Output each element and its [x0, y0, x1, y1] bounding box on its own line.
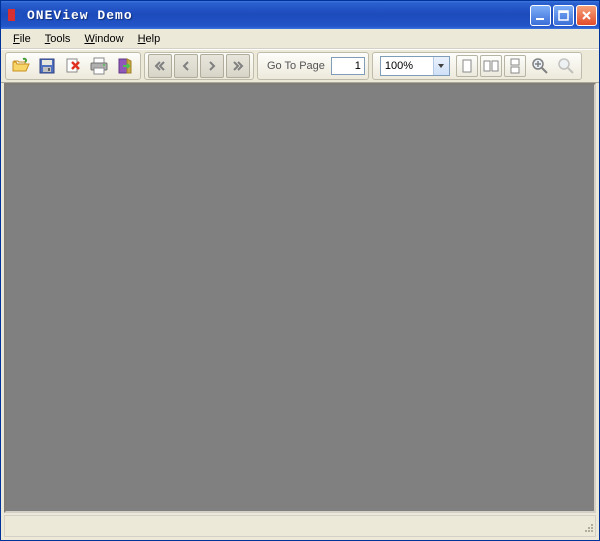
- zoom-in-button[interactable]: [528, 54, 552, 78]
- zoom-value: 100%: [381, 60, 433, 72]
- exit-door-icon: [116, 57, 134, 75]
- nav-toolbar-group: [144, 52, 254, 80]
- toolbar: Go To Page 100%: [1, 49, 599, 83]
- file-toolbar-group: [5, 52, 141, 80]
- save-button[interactable]: [35, 54, 59, 78]
- nav-next-icon: [205, 59, 219, 73]
- menubar: File Tools Window Help: [1, 29, 599, 49]
- application-window: ONEView Demo File Tools Window Help: [0, 0, 600, 541]
- zoom-in-icon: [531, 57, 549, 75]
- dropdown-arrow-icon: [433, 57, 449, 75]
- nav-first-button[interactable]: [148, 54, 172, 78]
- close-button[interactable]: [576, 5, 597, 26]
- page-continuous-icon: [508, 58, 522, 74]
- nav-last-icon: [231, 59, 245, 73]
- zoom-select[interactable]: 100%: [380, 56, 450, 76]
- document-viewport[interactable]: [4, 83, 596, 513]
- page-facing-button[interactable]: [480, 55, 502, 77]
- open-folder-icon: [11, 56, 31, 76]
- maximize-button[interactable]: [553, 5, 574, 26]
- resize-grip-icon[interactable]: [579, 518, 595, 534]
- titlebar[interactable]: ONEView Demo: [1, 1, 599, 29]
- window-title: ONEView Demo: [27, 8, 530, 23]
- nav-prev-icon: [179, 59, 193, 73]
- menu-tools[interactable]: Tools: [39, 32, 77, 46]
- zoom-toolbar-group: 100%: [372, 52, 582, 80]
- nav-last-button[interactable]: [226, 54, 250, 78]
- print-button[interactable]: [87, 54, 111, 78]
- nav-first-icon: [153, 59, 167, 73]
- goto-page-input[interactable]: [331, 57, 365, 75]
- page-single-button[interactable]: [456, 55, 478, 77]
- menu-file[interactable]: File: [7, 32, 37, 46]
- minimize-button[interactable]: [530, 5, 551, 26]
- menu-help[interactable]: Help: [132, 32, 167, 46]
- printer-icon: [89, 56, 109, 76]
- page-facing-icon: [483, 58, 499, 74]
- open-button[interactable]: [9, 54, 33, 78]
- zoom-out-icon: [557, 57, 575, 75]
- goto-page-label: Go To Page: [261, 60, 329, 72]
- page-continuous-button[interactable]: [504, 55, 526, 77]
- exit-button[interactable]: [113, 54, 137, 78]
- app-icon: [7, 7, 23, 23]
- nav-prev-button[interactable]: [174, 54, 198, 78]
- statusbar: [4, 515, 596, 537]
- floppy-disk-icon: [38, 57, 56, 75]
- nav-next-button[interactable]: [200, 54, 224, 78]
- menu-window[interactable]: Window: [78, 32, 129, 46]
- close-doc-button[interactable]: [61, 54, 85, 78]
- page-single-icon: [460, 58, 474, 74]
- zoom-out-button[interactable]: [554, 54, 578, 78]
- goto-toolbar-group: Go To Page: [257, 52, 369, 80]
- close-document-icon: [64, 57, 82, 75]
